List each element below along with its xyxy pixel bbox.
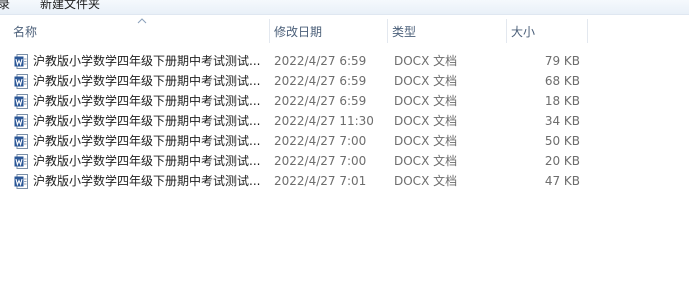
column-header-type[interactable]: 类型 <box>388 19 507 43</box>
file-name[interactable]: 沪教版小学数学四年级下册期中考试测试... <box>33 71 265 91</box>
new-folder-button[interactable]: 新建文件夹 <box>40 0 100 12</box>
toolbar: 录 新建文件夹 <box>0 0 689 15</box>
file-modified-date: 2022/4/27 7:00 <box>274 154 367 168</box>
file-modified-date: 2022/4/27 11:30 <box>274 114 374 128</box>
file-name[interactable]: 沪教版小学数学四年级下册期中考试测试... <box>33 51 265 71</box>
file-size: 18 KB <box>544 94 580 108</box>
file-name[interactable]: 沪教版小学数学四年级下册期中考试测试... <box>33 151 265 171</box>
sort-ascending-icon <box>137 18 147 24</box>
column-header-name[interactable]: 名称 <box>8 18 270 43</box>
column-header-name-label: 名称 <box>13 25 38 39</box>
file-size: 20 KB <box>544 154 580 168</box>
file-name[interactable]: 沪教版小学数学四年级下册期中考试测试... <box>33 131 265 151</box>
file-size: 79 KB <box>544 54 580 68</box>
file-modified-date: 2022/4/27 7:00 <box>274 134 367 148</box>
file-type: DOCX 文档 <box>394 94 458 108</box>
word-docx-icon <box>14 94 28 109</box>
file-modified-date: 2022/4/27 6:59 <box>274 74 367 88</box>
file-type: DOCX 文档 <box>394 134 458 148</box>
column-header-type-label: 类型 <box>392 25 417 39</box>
column-header-size-label: 大小 <box>511 25 536 39</box>
file-row[interactable]: 沪教版小学数学四年级下册期中考试测试... 2022/4/27 6:59 DOC… <box>0 91 689 111</box>
file-type: DOCX 文档 <box>394 154 458 168</box>
column-header-date-label: 修改日期 <box>274 25 323 39</box>
file-size: 50 KB <box>544 134 580 148</box>
file-size: 47 KB <box>544 174 580 188</box>
column-header-date[interactable]: 修改日期 <box>270 19 388 43</box>
file-row[interactable]: 沪教版小学数学四年级下册期中考试测试... 2022/4/27 11:30 DO… <box>0 111 689 131</box>
file-name[interactable]: 沪教版小学数学四年级下册期中考试测试... <box>33 111 265 131</box>
explorer-window: 录 新建文件夹 名称 修改日期 类型 大小 <box>0 0 689 286</box>
file-type: DOCX 文档 <box>394 114 458 128</box>
file-row[interactable]: 沪教版小学数学四年级下册期中考试测试... 2022/4/27 6:59 DOC… <box>0 51 689 71</box>
file-row[interactable]: 沪教版小学数学四年级下册期中考试测试... 2022/4/27 7:00 DOC… <box>0 131 689 151</box>
file-type: DOCX 文档 <box>394 54 458 68</box>
file-size: 34 KB <box>544 114 580 128</box>
toolbar-item-cutoff[interactable]: 录 <box>0 0 10 12</box>
column-header-size[interactable]: 大小 <box>507 19 588 43</box>
word-docx-icon <box>14 54 28 69</box>
word-docx-icon <box>14 74 28 89</box>
column-header: 名称 修改日期 类型 大小 <box>0 18 689 43</box>
word-docx-icon <box>14 174 28 189</box>
file-type: DOCX 文档 <box>394 74 458 88</box>
file-name[interactable]: 沪教版小学数学四年级下册期中考试测试... <box>33 91 265 111</box>
word-docx-icon <box>14 134 28 149</box>
file-name[interactable]: 沪教版小学数学四年级下册期中考试测试... <box>33 171 265 191</box>
word-docx-icon <box>14 154 28 169</box>
word-docx-icon <box>14 114 28 129</box>
file-row[interactable]: 沪教版小学数学四年级下册期中考试测试... 2022/4/27 7:00 DOC… <box>0 151 689 171</box>
file-size: 68 KB <box>544 74 580 88</box>
file-modified-date: 2022/4/27 6:59 <box>274 54 367 68</box>
file-row[interactable]: 沪教版小学数学四年级下册期中考试测试... 2022/4/27 7:01 DOC… <box>0 171 689 191</box>
file-list: 沪教版小学数学四年级下册期中考试测试... 2022/4/27 6:59 DOC… <box>0 51 689 191</box>
file-row[interactable]: 沪教版小学数学四年级下册期中考试测试... 2022/4/27 6:59 DOC… <box>0 71 689 91</box>
file-modified-date: 2022/4/27 7:01 <box>274 174 367 188</box>
file-type: DOCX 文档 <box>394 174 458 188</box>
file-modified-date: 2022/4/27 6:59 <box>274 94 367 108</box>
